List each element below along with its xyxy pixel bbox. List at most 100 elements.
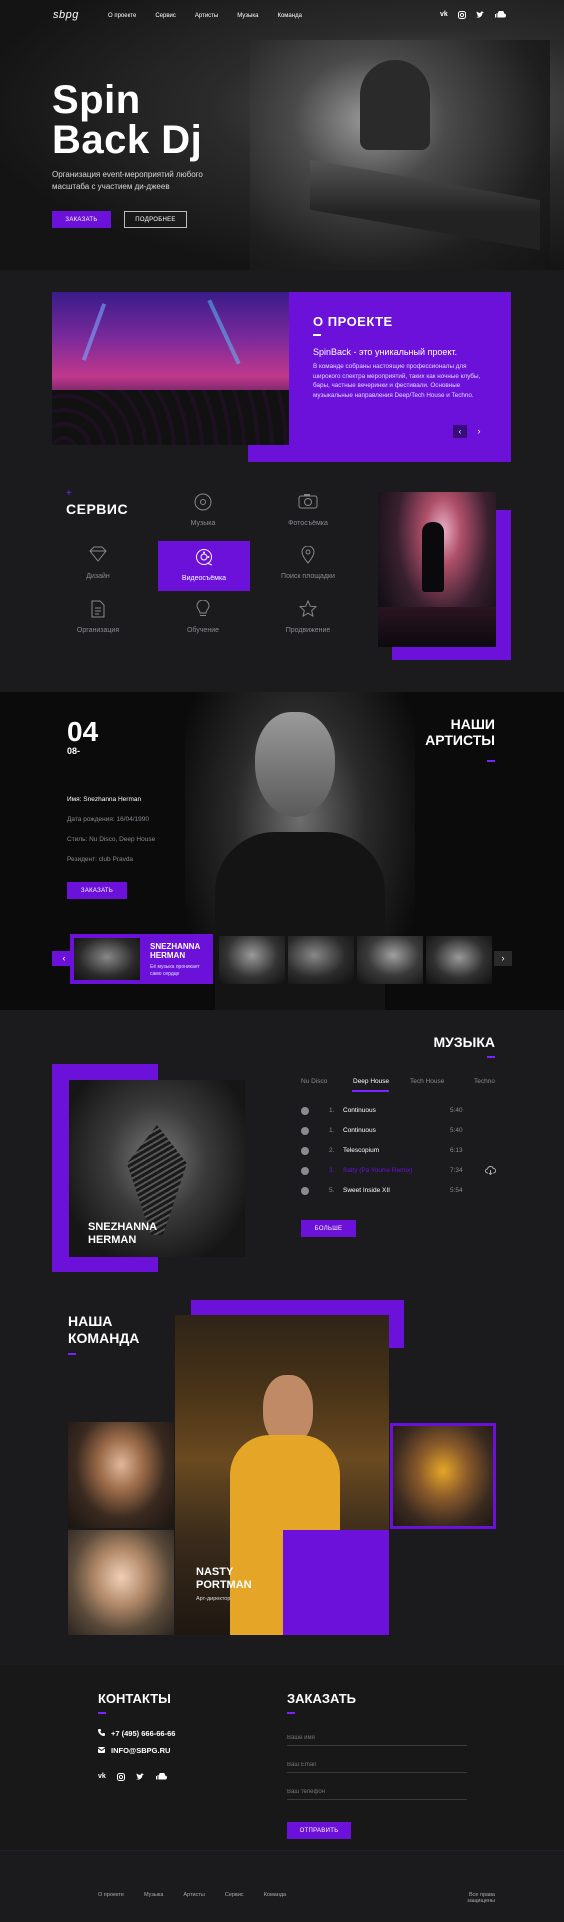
soundcloud-icon[interactable] bbox=[494, 10, 506, 21]
team-member-photo-2[interactable] bbox=[68, 1530, 174, 1635]
team-heading-underline bbox=[68, 1353, 76, 1355]
play-icon[interactable] bbox=[301, 1187, 309, 1195]
service-label: Дизайн bbox=[86, 573, 110, 580]
track-number: 3. bbox=[329, 1167, 335, 1174]
contact-email[interactable]: INFO@SBPG.RU bbox=[97, 1746, 170, 1755]
tab-nu-disco[interactable]: Nu Disco bbox=[301, 1078, 327, 1085]
team-member-photo-3[interactable] bbox=[393, 1426, 493, 1526]
order-email-input[interactable] bbox=[287, 1757, 467, 1773]
play-icon[interactable] bbox=[301, 1147, 309, 1155]
bulb-icon bbox=[195, 599, 211, 618]
twitter-icon[interactable] bbox=[135, 1773, 144, 1783]
nav-link-team[interactable]: Команда bbox=[277, 13, 301, 19]
service-item-music[interactable]: Музыка bbox=[157, 488, 249, 536]
contacts-section bbox=[0, 1665, 564, 1850]
track-time: 6:13 bbox=[450, 1147, 463, 1154]
service-item-organization[interactable]: Организация bbox=[52, 595, 144, 643]
instagram-icon[interactable] bbox=[116, 1773, 125, 1783]
artist-order-button[interactable]: ЗАКАЗАТЬ bbox=[67, 882, 127, 899]
contacts-social: vk bbox=[98, 1772, 167, 1783]
track-title: Sweet Inside XII bbox=[343, 1187, 390, 1194]
service-label: Обучение bbox=[186, 627, 219, 634]
play-icon[interactable] bbox=[301, 1107, 309, 1115]
artists-heading-line2: АРТИСТЫ bbox=[425, 732, 495, 748]
service-stage-photo bbox=[378, 492, 496, 647]
team-heading-line2: КОМАНДА bbox=[68, 1330, 140, 1346]
page: sbpg О проекте Сервис Артисты Музыка Ком… bbox=[0, 0, 564, 1922]
artist-thumb-3[interactable] bbox=[288, 936, 354, 984]
service-item-design[interactable]: Дизайн bbox=[52, 541, 144, 589]
artist-number: 04 bbox=[67, 716, 99, 747]
about-next-arrow[interactable]: › bbox=[472, 425, 486, 438]
team-heading-line1: НАША bbox=[68, 1313, 113, 1329]
team-member-name-line2: PORTMAN bbox=[196, 1579, 252, 1591]
star-icon bbox=[298, 599, 318, 618]
music-more-button[interactable]: БОЛЬШЕ bbox=[301, 1220, 356, 1237]
footer-link-about[interactable]: О проекте bbox=[98, 1892, 124, 1898]
phone-icon bbox=[98, 1729, 105, 1738]
about-heading-underline bbox=[313, 334, 321, 336]
footer-link-artists[interactable]: Артисты bbox=[183, 1892, 204, 1898]
nav-link-service[interactable]: Сервис bbox=[155, 13, 176, 19]
artists-next-arrow[interactable]: › bbox=[494, 951, 512, 966]
footer bbox=[0, 1850, 564, 1922]
track-row[interactable]: 2. Telescopium 6:13 bbox=[301, 1147, 501, 1159]
service-plus-icon: + bbox=[66, 488, 72, 499]
nav-link-artists[interactable]: Артисты bbox=[195, 13, 218, 19]
hero-order-button[interactable]: ЗАКАЗАТЬ bbox=[52, 211, 111, 228]
vk-icon[interactable]: vk bbox=[98, 1773, 106, 1783]
track-row-active[interactable]: 3. Salty (Pa Yourre Remix) 7:34 bbox=[301, 1165, 501, 1179]
service-item-venue[interactable]: Поиск площадки bbox=[262, 541, 354, 589]
twitter-icon[interactable] bbox=[475, 11, 484, 21]
tab-techno[interactable]: Techno bbox=[474, 1078, 495, 1085]
track-row[interactable]: 1. Continuous 5:40 bbox=[301, 1107, 501, 1119]
artist-active-card[interactable]: SNEZHANNA HERMAN Её музыка проникает сам… bbox=[70, 934, 213, 984]
service-item-education[interactable]: Обучение bbox=[157, 595, 249, 643]
about-lead: SpinBack - это уникальный проект. bbox=[313, 347, 458, 357]
contacts-heading-underline bbox=[98, 1712, 106, 1714]
footer-nav: О проекте Музыка Артисты Сервис Команда bbox=[98, 1892, 286, 1898]
hero-more-button[interactable]: ПОДРОБНЕЕ bbox=[124, 211, 187, 228]
download-cloud-icon[interactable] bbox=[485, 1165, 497, 1177]
soundcloud-icon[interactable] bbox=[155, 1772, 167, 1783]
document-icon bbox=[91, 600, 105, 618]
service-item-video[interactable]: Видеосъёмка bbox=[158, 541, 250, 591]
order-submit-button[interactable]: ОТПРАВИТЬ bbox=[287, 1822, 351, 1839]
about-prev-arrow[interactable]: ‹ bbox=[453, 425, 467, 438]
track-number: 5. bbox=[329, 1187, 335, 1194]
vk-icon[interactable]: vk bbox=[440, 11, 448, 21]
play-icon[interactable] bbox=[301, 1167, 309, 1175]
tab-tech-house[interactable]: Tech House bbox=[410, 1078, 444, 1085]
service-label: Фотосъёмка bbox=[288, 520, 328, 527]
track-row[interactable]: 1. Continuous 5:40 bbox=[301, 1127, 501, 1139]
film-reel-icon bbox=[195, 548, 213, 566]
instagram-icon[interactable] bbox=[457, 11, 466, 21]
nav-link-music[interactable]: Музыка bbox=[237, 13, 258, 19]
order-name-input[interactable] bbox=[287, 1730, 467, 1746]
logo[interactable]: sbpg bbox=[53, 9, 79, 21]
location-icon bbox=[301, 545, 315, 564]
artist-style: Стиль: Nu Disco, Deep House bbox=[67, 836, 156, 843]
about-body: В команде собраны настоящие профессионал… bbox=[313, 363, 481, 399]
tab-deep-house[interactable]: Deep House bbox=[353, 1078, 389, 1085]
artist-thumb-2[interactable] bbox=[219, 936, 285, 984]
footer-link-music[interactable]: Музыка bbox=[144, 1892, 163, 1898]
order-phone-input[interactable] bbox=[287, 1784, 467, 1800]
track-row[interactable]: 5. Sweet Inside XII 5:54 bbox=[301, 1187, 501, 1199]
service-item-promotion[interactable]: Продвижение bbox=[262, 595, 354, 643]
artist-thumb-4[interactable] bbox=[357, 936, 423, 984]
team-member-photo-1[interactable] bbox=[68, 1422, 174, 1528]
footer-link-team[interactable]: Команда bbox=[264, 1892, 286, 1898]
service-heading: СЕРВИС bbox=[66, 501, 129, 517]
contact-phone[interactable]: +7 (495) 666-66-66 bbox=[98, 1729, 175, 1738]
play-icon[interactable] bbox=[301, 1127, 309, 1135]
music-heading-underline bbox=[487, 1056, 495, 1058]
track-title: Continuous bbox=[343, 1107, 376, 1114]
artist-thumb bbox=[74, 938, 140, 980]
camera-icon bbox=[298, 493, 318, 509]
service-label: Продвижение bbox=[285, 627, 331, 634]
nav-link-about[interactable]: О проекте bbox=[108, 13, 136, 19]
footer-link-service[interactable]: Сервис bbox=[225, 1892, 244, 1898]
service-item-photo[interactable]: Фотосъёмка bbox=[262, 488, 354, 536]
artist-thumb-5[interactable] bbox=[426, 936, 492, 984]
